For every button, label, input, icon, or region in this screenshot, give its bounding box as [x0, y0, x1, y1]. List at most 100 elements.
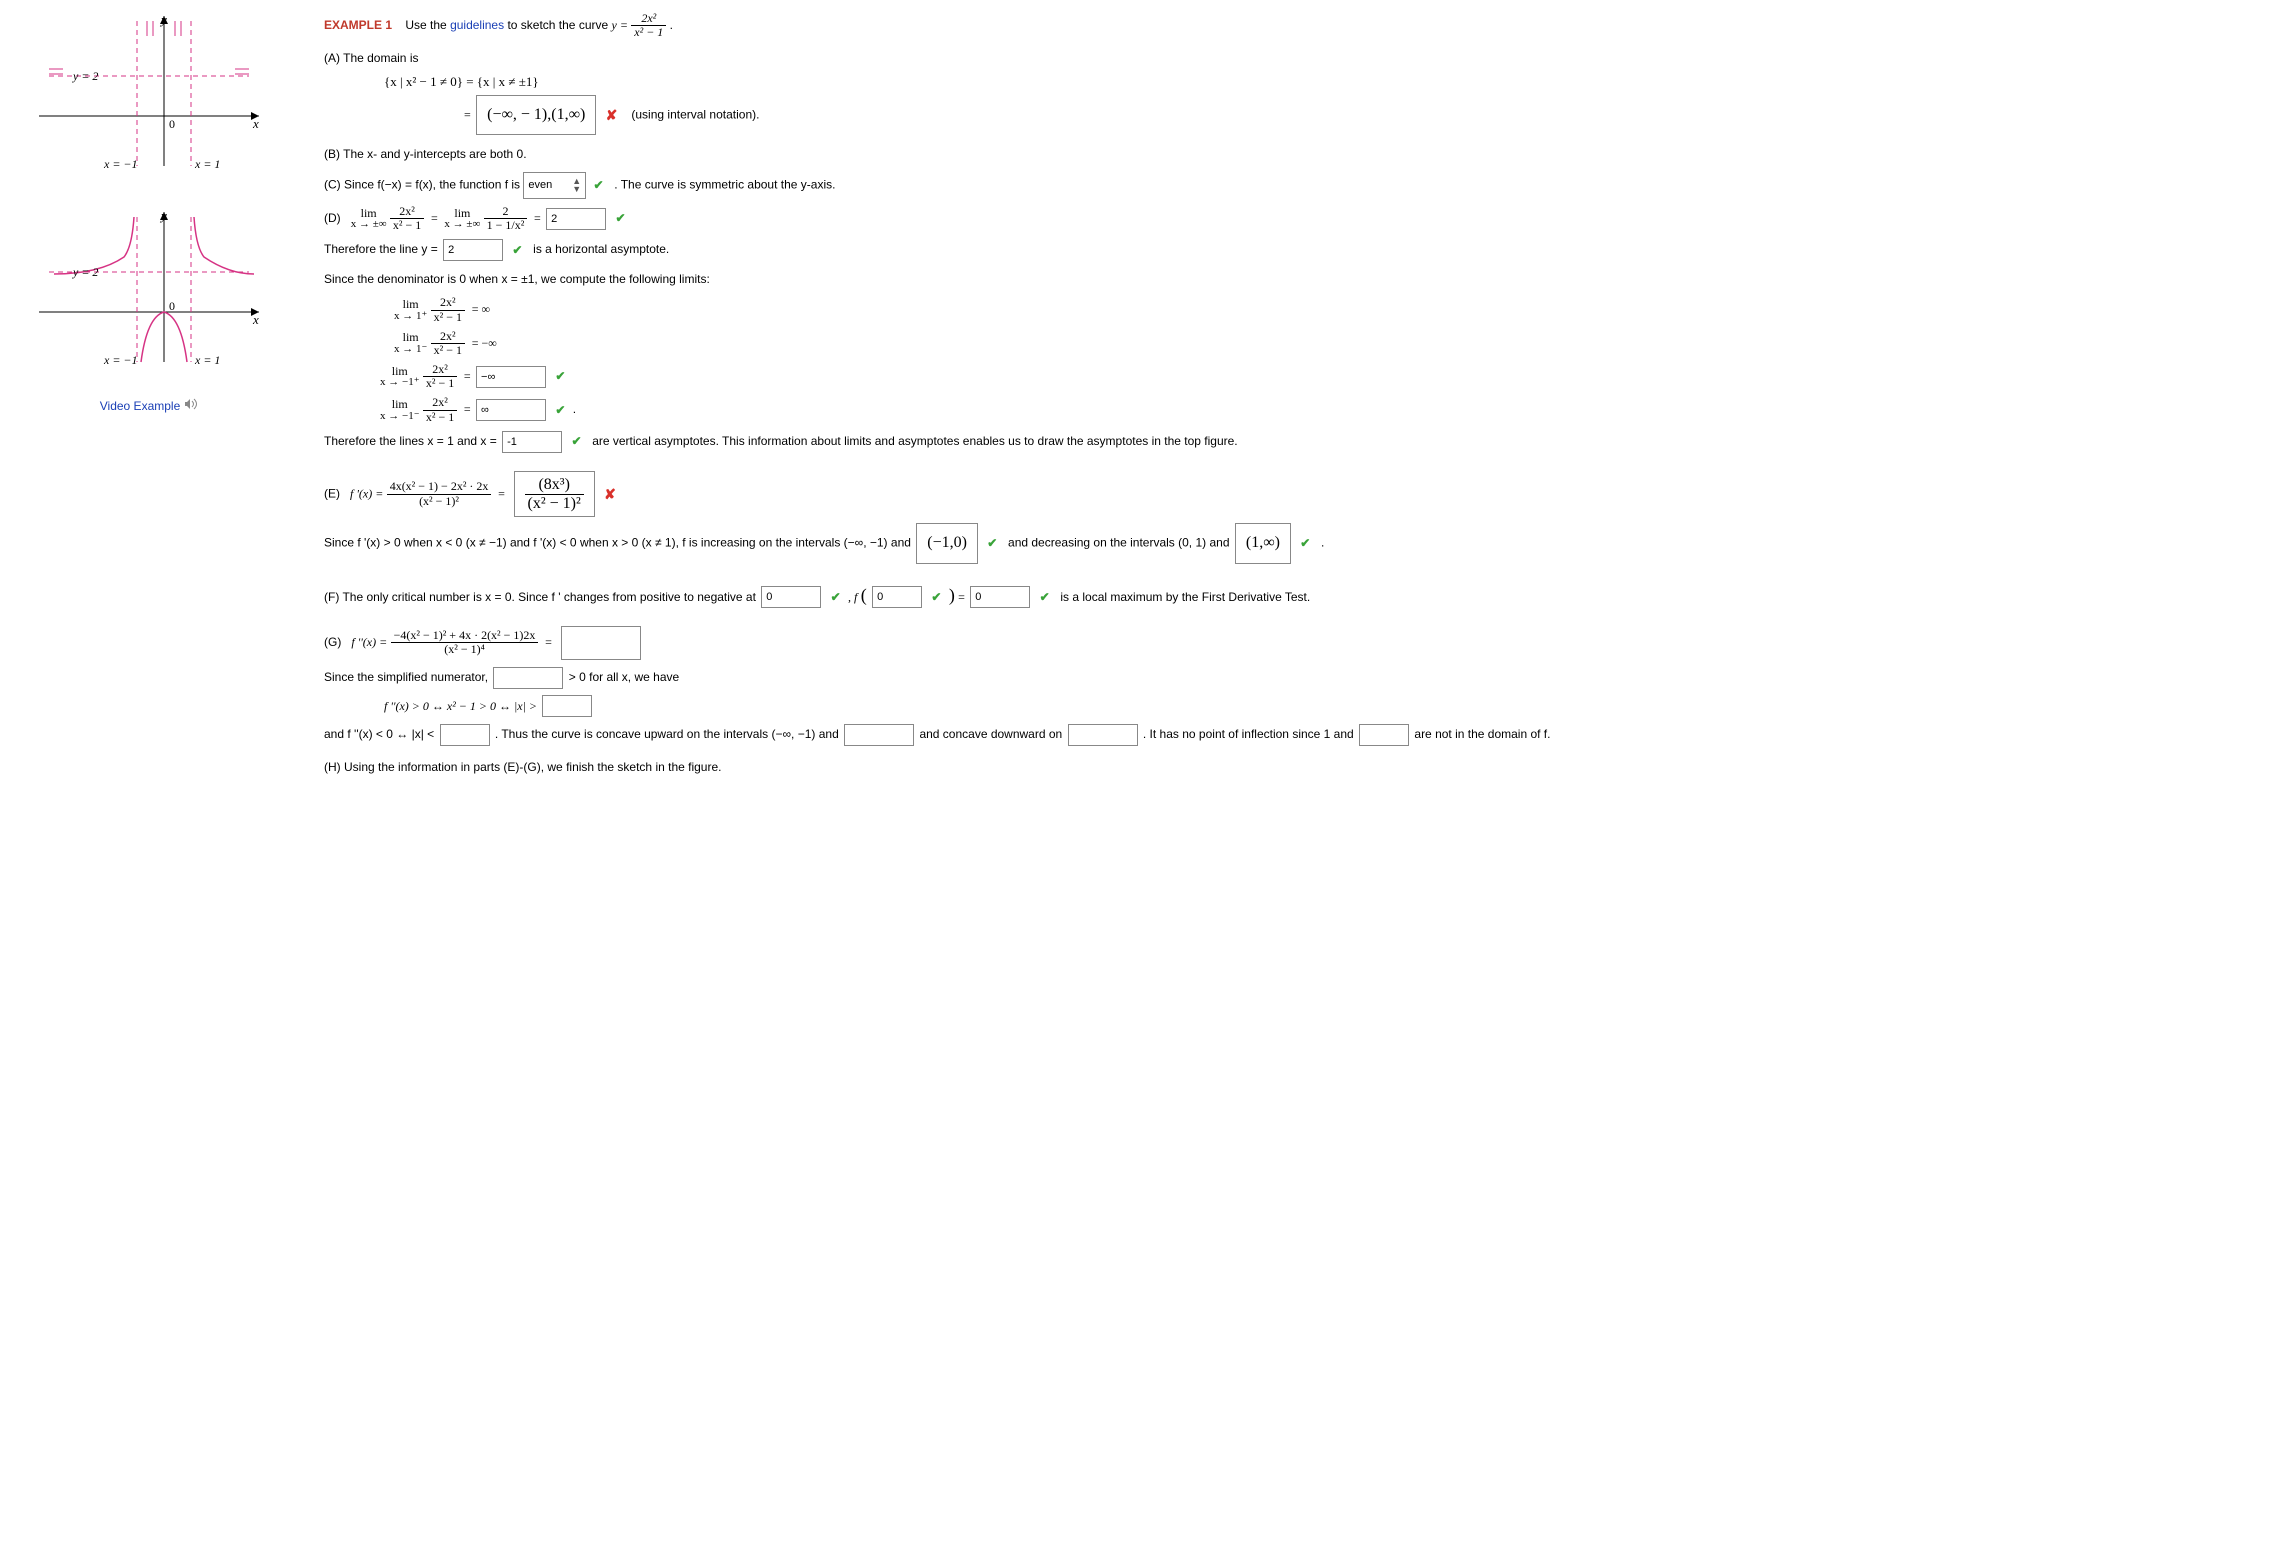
F-rpar: ) — [949, 585, 955, 605]
L4-den: x² − 1 — [423, 411, 457, 424]
G-infl-val[interactable] — [1359, 724, 1409, 746]
svg-text:x = 1: x = 1 — [194, 157, 220, 171]
F-b: , f — [848, 590, 857, 604]
svg-text:x: x — [252, 312, 259, 327]
svg-text:x: x — [252, 116, 259, 131]
E-answer[interactable]: (8x³)(x² − 1)² — [514, 471, 595, 517]
F-v2[interactable]: 0 — [872, 586, 922, 608]
A-eq: = — [464, 107, 471, 121]
L3-den: x² − 1 — [423, 377, 457, 390]
D-vert-val[interactable]: -1 — [502, 431, 562, 453]
L2-bot: x → 1⁻ — [394, 344, 427, 356]
L4-ans[interactable]: ∞ — [476, 399, 546, 421]
C-select-value: even — [528, 175, 552, 196]
D-label: (D) — [324, 211, 341, 225]
F-eq: = — [958, 590, 965, 604]
E-den: (x² − 1)² — [387, 495, 492, 508]
D-since: Since the denominator is 0 when x = ±1, … — [324, 268, 2268, 291]
E-int1[interactable]: (−1,0) — [916, 523, 978, 563]
L2-den: x² − 1 — [431, 344, 465, 357]
A-answer[interactable]: (−∞, − 1),(1,∞) — [476, 95, 596, 135]
D-lim2-bot: x → ±∞ — [444, 219, 480, 231]
L1-top: lim — [394, 298, 427, 311]
D-ans[interactable]: 2 — [546, 208, 606, 230]
cross-icon: ✘ — [606, 102, 618, 129]
D-frac2-den: 1 − 1/x² — [484, 219, 528, 232]
example-header: EXAMPLE 1 Use the guidelines to sketch t… — [324, 12, 2268, 39]
G-gt: > 0 for all x, we have — [569, 670, 679, 684]
check-icon: ✔ — [555, 399, 565, 422]
D-vert-b: are vertical asymptotes. This informatio… — [592, 434, 1237, 448]
check-icon: ✔ — [987, 532, 997, 555]
L1-num: 2x² — [431, 296, 465, 310]
L4-top: lim — [380, 398, 420, 411]
G-concave-down[interactable] — [1068, 724, 1138, 746]
F-v3[interactable]: 0 — [970, 586, 1030, 608]
G-since: Since the simplified numerator, — [324, 670, 488, 684]
G-num: −4(x² − 1)² + 4x · 2(x² − 1)2x — [391, 629, 539, 643]
C-select[interactable]: even ▲▼ — [523, 172, 586, 199]
check-icon: ✔ — [931, 586, 941, 609]
E-eq: = — [498, 486, 505, 500]
E-dot: . — [1321, 536, 1324, 550]
svg-text:x = −1: x = −1 — [103, 157, 138, 171]
G-numerator[interactable] — [493, 667, 563, 689]
G-den: (x² − 1)⁴ — [391, 643, 539, 656]
G-simplified[interactable] — [561, 626, 641, 660]
video-example-link[interactable]: Video Example — [14, 398, 284, 413]
curve-tail: . — [670, 18, 673, 32]
select-arrows-icon: ▲▼ — [572, 177, 581, 193]
D-vert-a: Therefore the lines x = 1 and x = — [324, 434, 497, 448]
E-label: (E) — [324, 486, 340, 500]
F-a: (F) The only critical number is x = 0. S… — [324, 590, 756, 604]
D-frac1-num: 2x² — [390, 205, 424, 219]
E-int2[interactable]: (1,∞) — [1235, 523, 1291, 563]
L3-num: 2x² — [423, 363, 457, 377]
C-b: . The curve is symmetric about the y-axi… — [614, 178, 835, 192]
svg-text:y = 2: y = 2 — [72, 265, 98, 279]
L1-eq: = ∞ — [472, 302, 490, 316]
svg-text:x = 1: x = 1 — [194, 353, 220, 367]
sound-icon — [184, 398, 198, 413]
check-icon: ✔ — [512, 239, 522, 262]
G-thus: . Thus the curve is concave upward on th… — [495, 727, 839, 741]
graph-curve: y x 0 y = 2 x = −1 x = 1 — [29, 202, 269, 382]
C-a: (C) Since f(−x) = f(x), the function f i… — [324, 178, 520, 192]
E-ans-den: (x² − 1)² — [525, 495, 584, 513]
D-horiz-asymp[interactable]: 2 — [443, 239, 503, 261]
graph-asymptotes: y x 0 y = 2 x = −1 x = 1 — [29, 6, 269, 186]
A-note: (using interval notation). — [631, 107, 759, 121]
D-eq1: = — [431, 211, 438, 225]
G-concave-up[interactable] — [844, 724, 914, 746]
svg-text:0: 0 — [169, 117, 175, 131]
G-noInfl: . It has no point of inflection since 1 … — [1143, 727, 1354, 741]
G-notDom: are not in the domain of f. — [1414, 727, 1550, 741]
G-eq: = — [545, 635, 552, 649]
F-c: is a local maximum by the First Derivati… — [1060, 590, 1310, 604]
B-text: (B) The x- and y-intercepts are both 0. — [324, 143, 2268, 166]
check-icon: ✔ — [1300, 532, 1310, 555]
curve-lhs: y = — [612, 18, 628, 32]
G-abslt[interactable] — [440, 724, 490, 746]
video-example-label: Video Example — [100, 399, 181, 413]
example-title: EXAMPLE 1 — [324, 18, 392, 32]
guidelines-link[interactable]: guidelines — [450, 18, 504, 32]
D-therefore-b: is a horizontal asymptote. — [533, 242, 669, 256]
E-ans-num: (8x³) — [525, 476, 584, 495]
L1-bot: x → 1⁺ — [394, 311, 427, 323]
G-absgt[interactable] — [542, 695, 592, 717]
D-eq2: = — [534, 211, 541, 225]
E-fprime: f '(x) = — [350, 486, 383, 500]
D-lim1-bot: x → ±∞ — [351, 219, 387, 231]
L4-num: 2x² — [423, 396, 457, 410]
check-icon: ✔ — [594, 174, 604, 197]
check-icon: ✔ — [1040, 586, 1050, 609]
svg-text:y = 2: y = 2 — [72, 69, 98, 83]
prompt-b: to sketch the curve — [504, 18, 611, 32]
H-text: (H) Using the information in parts (E)-(… — [324, 756, 2268, 779]
G-line2-a: f ''(x) > 0 ↔ x² − 1 > 0 ↔ |x| > — [384, 699, 537, 713]
L3-ans[interactable]: −∞ — [476, 366, 546, 388]
D-frac2-num: 2 — [484, 205, 528, 219]
F-v1[interactable]: 0 — [761, 586, 821, 608]
L2-eq: = −∞ — [472, 336, 497, 350]
